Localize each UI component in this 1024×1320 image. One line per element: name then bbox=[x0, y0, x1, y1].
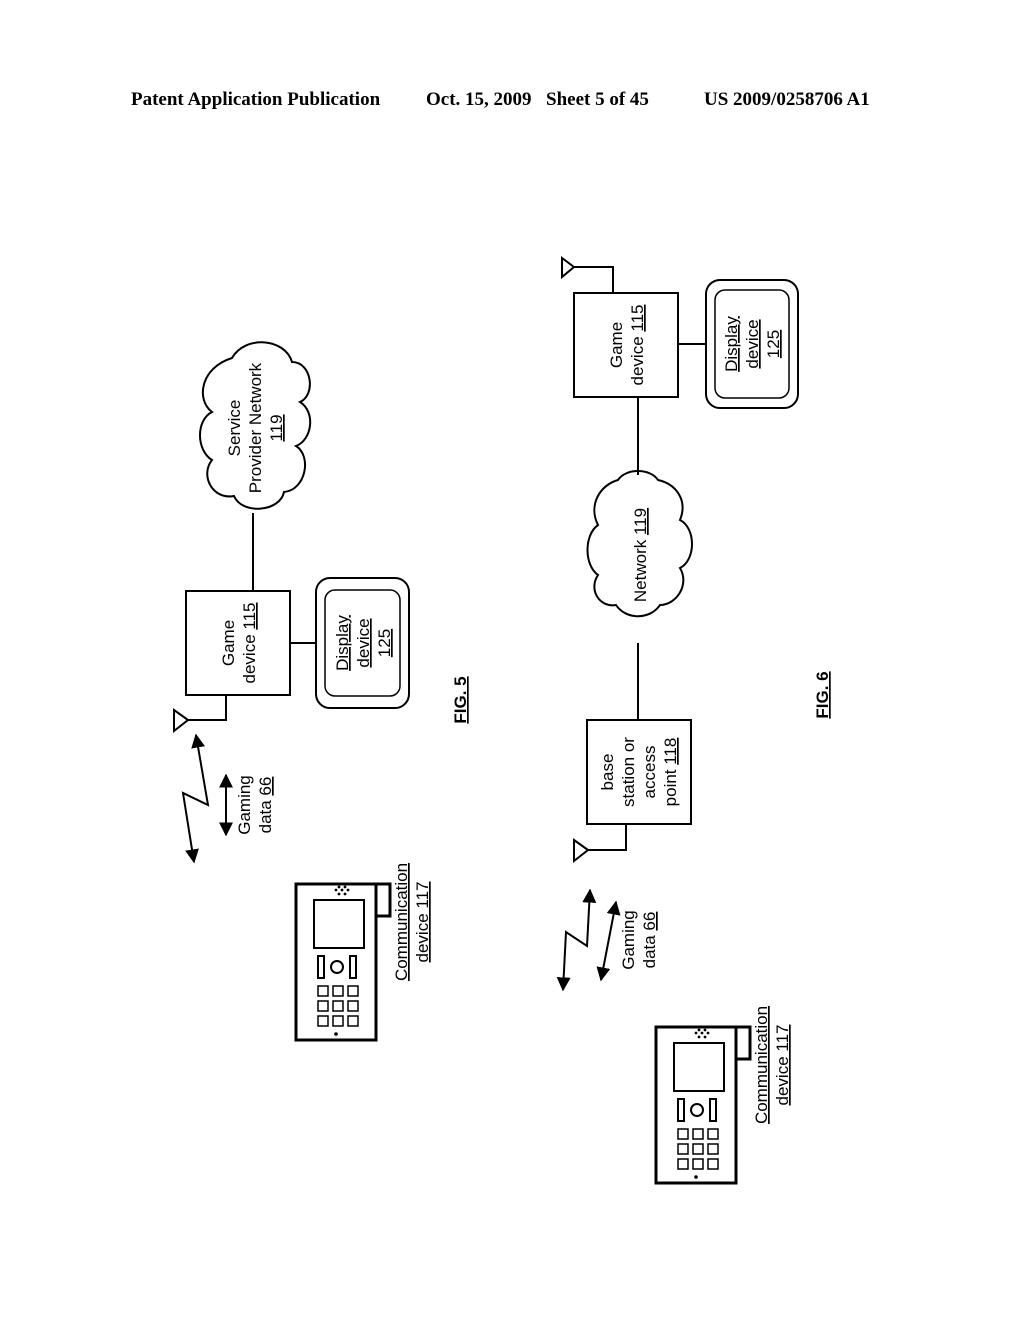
fig6-base-label-3: access bbox=[640, 746, 659, 799]
fig6-base-antenna-icon bbox=[573, 838, 590, 864]
fig5-antenna-icon bbox=[173, 708, 190, 734]
fig6-game-antenna-icon bbox=[561, 256, 576, 280]
fig6-network-label: Network 119 bbox=[631, 508, 650, 602]
fig5: Service Provider Network 119 Game device… bbox=[173, 341, 470, 1042]
fig6-base-label-1: base bbox=[598, 754, 617, 791]
fig5-network-ref: 119 bbox=[267, 414, 286, 441]
fig6-comm-device-label-2: device 117 bbox=[773, 1025, 792, 1106]
fig5-game-device-label-2: device 115 bbox=[240, 603, 259, 684]
fig5-comm-device-label-1: Communication bbox=[392, 863, 411, 981]
fig5-label: FIG. 5 bbox=[451, 676, 470, 723]
fig5-game-device-label-1: Game bbox=[219, 620, 238, 666]
fig6-game-antenna-line bbox=[574, 266, 614, 293]
fig6-gaming-data-label-1: Gaming bbox=[619, 910, 638, 970]
fig6-display-label-1: Display bbox=[722, 316, 741, 372]
fig6: Game device 115 Display device 125 Netwo… bbox=[556, 256, 832, 1185]
fig6-comm-device-label-1: Communication bbox=[752, 1006, 771, 1124]
fig6-gaming-data-label-2: data 66 bbox=[640, 912, 659, 969]
fig6-label: FIG. 6 bbox=[813, 671, 832, 718]
fig6-display-label-2: device bbox=[743, 319, 762, 368]
patent-drawing: Service Provider Network 119 Game device… bbox=[173, 256, 832, 1185]
fig6-base-label-4: point 118 bbox=[661, 738, 680, 807]
fig5-antenna-line bbox=[188, 695, 227, 721]
fig5-game-device-box bbox=[185, 590, 291, 696]
fig5-gaming-data-label-1: Gaming bbox=[235, 775, 254, 835]
fig6-display-ref: 125 bbox=[764, 330, 783, 358]
fig5-phone-icon bbox=[294, 882, 392, 1042]
fig6-game-device-box bbox=[573, 292, 679, 398]
fig6-game-device-label-1: Game bbox=[607, 322, 626, 368]
fig6-base-label-2: station or bbox=[619, 737, 638, 807]
fig5-network-label-2: Provider Network bbox=[246, 362, 265, 493]
fig5-network-label-1: Service bbox=[225, 400, 244, 457]
fig6-wireless-link-icon bbox=[556, 888, 597, 992]
fig5-comm-device-label-2: device 117 bbox=[413, 882, 432, 963]
fig6-base-antenna-line bbox=[588, 824, 627, 851]
fig5-display-label-2: device bbox=[354, 618, 373, 667]
fig6-data-arrow-icon bbox=[596, 900, 621, 982]
fig5-display-label-1: Display bbox=[333, 615, 352, 671]
fig6-phone-icon bbox=[654, 1025, 752, 1185]
fig5-gaming-data-label-2: data 66 bbox=[256, 777, 275, 834]
fig5-wireless-link-icon bbox=[181, 733, 210, 864]
fig5-display-ref: 125 bbox=[375, 629, 394, 657]
fig6-game-device-label-2: device 115 bbox=[628, 305, 647, 386]
